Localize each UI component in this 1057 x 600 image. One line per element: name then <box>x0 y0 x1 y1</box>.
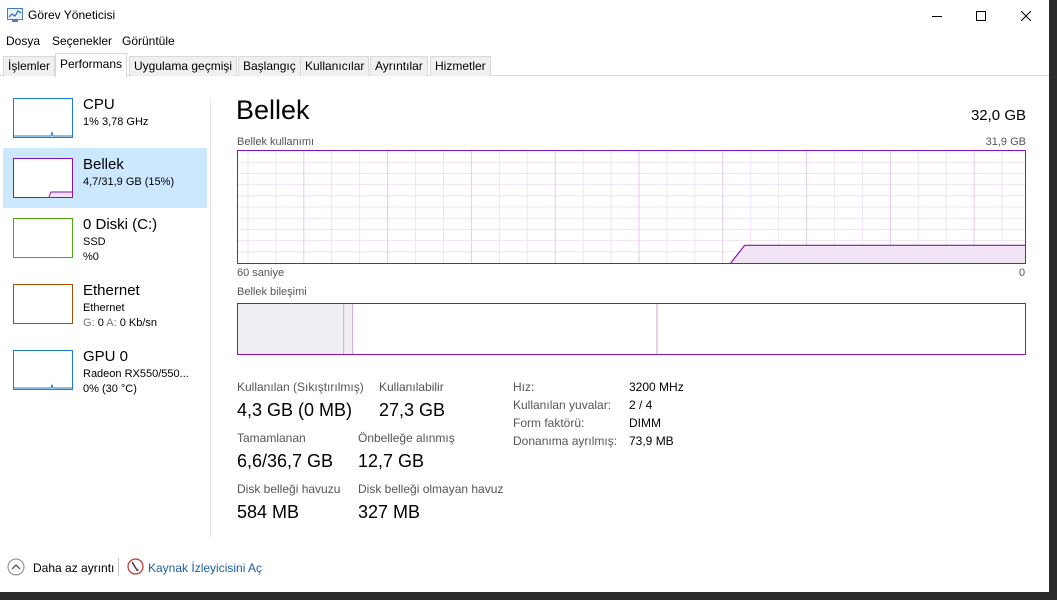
slots-value: 2 / 4 <box>629 398 653 412</box>
sidebar-item-memory[interactable]: Bellek 4,7/31,9 GB (15%) <box>3 148 207 208</box>
sidebar-item-label: 0 Diski (C:) <box>83 216 158 233</box>
sidebar-item-cpu[interactable]: CPU 1% 3,78 GHz <box>3 88 207 148</box>
sidebar-item-detail-2: %0 <box>83 251 99 263</box>
tab-bar: İşlemler Performans Uygulama geçmişi Baş… <box>0 53 1049 77</box>
send-value: 0 <box>97 317 104 329</box>
sidebar-item-label: Ethernet <box>83 282 140 299</box>
sidebar-item-detail: Radeon RX550/550... <box>83 368 189 380</box>
send-label: G: <box>83 317 95 329</box>
cached-value: 12,7 GB <box>358 451 425 471</box>
close-button[interactable] <box>1003 0 1049 31</box>
paged-pool-value: 584 MB <box>237 502 300 522</box>
receive-label: A: <box>106 317 117 329</box>
used-label: Kullanılan (Sıkıştırılmış) <box>237 380 364 394</box>
speed-label: Hız: <box>513 380 535 394</box>
usage-graph-label: Bellek kullanımı <box>237 136 315 148</box>
tab-users[interactable]: Kullanıcılar <box>300 56 370 76</box>
sidebar-item-detail: Ethernet <box>83 302 125 314</box>
sidebar-item-detail-2: G: 0 A: 0 Kb/sn <box>83 316 157 331</box>
composition-label: Bellek bileşimi <box>237 286 307 298</box>
nonpaged-pool-label: Disk belleği olmayan havuz <box>358 482 504 496</box>
ethernet-thumbnail-graph <box>13 284 73 324</box>
sidebar-item-detail-2: 0% (30 °C) <box>83 383 137 395</box>
sidebar-item-detail: SSD <box>83 236 106 248</box>
paged-pool-label: Disk belleği havuzu <box>237 482 341 496</box>
committed-value: 6,6/36,7 GB <box>237 451 334 471</box>
time-axis-left: 60 saniye <box>237 267 285 279</box>
nonpaged-pool-value: 327 MB <box>358 502 421 522</box>
hardware-reserved-label: Donanıma ayrılmış: <box>513 434 618 448</box>
footer-divider <box>118 558 119 576</box>
sidebar-item-ethernet[interactable]: Ethernet Ethernet G: 0 A: 0 Kb/sn <box>3 274 207 334</box>
menu-bar: Dosya Seçenekler Görüntüle <box>0 31 1049 51</box>
sidebar-item-disk[interactable]: 0 Diski (C:) SSD %0 <box>3 208 207 268</box>
minimize-icon <box>932 15 942 17</box>
maximize-icon <box>976 10 986 21</box>
resource-monitor-icon[interactable] <box>127 558 144 575</box>
receive-value: 0 Kb/sn <box>119 317 158 329</box>
tab-details[interactable]: Ayrıntılar <box>370 56 428 76</box>
memory-thumbnail-graph <box>13 158 73 198</box>
cpu-thumbnail-graph <box>13 98 73 138</box>
tab-performance[interactable]: Performans <box>55 53 128 77</box>
hardware-reserved-value: 73,9 MB <box>629 434 674 448</box>
committed-label: Tamamlanan <box>237 431 306 445</box>
form-factor-value: DIMM <box>629 416 661 430</box>
speed-value: 3200 MHz <box>629 380 684 394</box>
memory-composition-bar[interactable] <box>237 303 1026 355</box>
menu-file[interactable]: Dosya <box>6 34 40 48</box>
available-value: 27,3 GB <box>379 400 446 420</box>
title-bar[interactable]: Görev Yöneticisi <box>0 0 1049 31</box>
footer: Daha az ayrıntı Kaynak İzleyicisini Aç <box>0 553 1049 583</box>
used-value: 4,3 GB (0 MB) <box>237 400 353 420</box>
close-icon <box>1021 10 1031 21</box>
form-factor-label: Form faktörü: <box>513 416 585 430</box>
minimize-button[interactable] <box>914 0 960 31</box>
sidebar-item-label: CPU <box>83 96 115 113</box>
usage-graph-max: 31,9 GB <box>985 136 1026 148</box>
disk-thumbnail-graph <box>13 218 73 258</box>
sidebar-item-detail: 4,7/31,9 GB (15%) <box>83 176 175 188</box>
fewer-details-button[interactable]: Daha az ayrıntı <box>33 561 114 575</box>
menu-view[interactable]: Görüntüle <box>122 34 175 48</box>
cached-label: Önbelleğe alınmış <box>358 431 455 445</box>
time-axis-right: 0 <box>1019 267 1026 279</box>
sidebar-item-detail: 1% 3,78 GHz <box>83 116 149 128</box>
sidebar-item-label: GPU 0 <box>83 348 129 365</box>
task-manager-icon <box>7 8 23 22</box>
menu-options[interactable]: Seçenekler <box>52 34 112 48</box>
slots-label: Kullanılan yuvalar: <box>513 398 612 412</box>
maximize-button[interactable] <box>958 0 1004 31</box>
open-resource-monitor-link[interactable]: Kaynak İzleyicisini Aç <box>148 561 262 575</box>
background-taskbar-edge <box>0 592 1057 600</box>
available-label: Kullanılabilir <box>379 380 444 394</box>
tab-processes[interactable]: İşlemler <box>3 56 56 76</box>
task-manager-window: Görev Yöneticisi Dosya Seçenekler Görünt… <box>0 0 1049 592</box>
tab-services[interactable]: Hizmetler <box>430 56 491 76</box>
tab-startup[interactable]: Başlangıç <box>238 56 301 76</box>
page-title: Bellek <box>236 95 310 125</box>
sidebar-item-gpu[interactable]: GPU 0 Radeon RX550/550... 0% (30 °C) <box>3 340 207 400</box>
sidebar-divider <box>210 98 211 538</box>
chevron-up-circle-icon[interactable] <box>7 558 25 576</box>
tab-app-history[interactable]: Uygulama geçmişi <box>129 56 238 76</box>
window-title: Görev Yöneticisi <box>28 8 116 22</box>
sidebar-item-label: Bellek <box>83 156 124 173</box>
background-window-edge <box>1049 0 1057 600</box>
gpu-thumbnail-graph <box>13 350 73 390</box>
total-memory: 32,0 GB <box>970 107 1026 124</box>
memory-usage-graph <box>237 150 1026 264</box>
